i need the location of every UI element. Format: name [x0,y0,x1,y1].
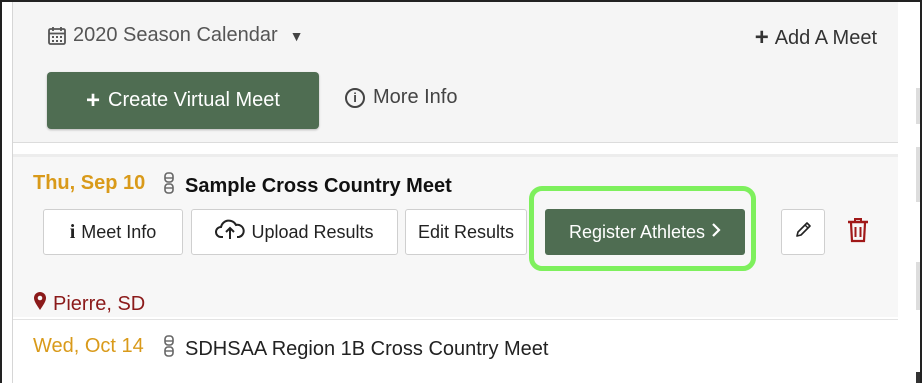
map-marker-icon [33,291,47,317]
panel-edge-mark [916,262,920,310]
edit-results-button[interactable]: Edit Results [405,209,527,255]
caret-down-icon: ▼ [289,27,304,44]
app-frame: 2020 Season Calendar ▼ + Add A Meet + Cr… [0,0,922,383]
meet-title: SDHSAA Region 1B Cross Country Meet [163,335,549,363]
edit-results-label: Edit Results [417,221,515,242]
calendar-header: 2020 Season Calendar ▼ + Add A Meet + Cr… [13,2,899,143]
info-icon: i [69,220,76,243]
meet-location: Pierre, SD [33,291,145,317]
meet-row: Wed, Oct 14 SDHSAA Region 1B Cross Count… [13,319,899,383]
add-meet-link[interactable]: + Add A Meet [755,24,877,52]
chevron-right-icon [711,222,721,243]
register-athletes-button[interactable]: Register Athletes [545,209,745,255]
meet-calendar-panel: 2020 Season Calendar ▼ + Add A Meet + Cr… [12,2,900,383]
delete-meet-button[interactable] [843,217,873,247]
create-virtual-meet-label: Create Virtual Meet [108,89,280,111]
register-athletes-label: Register Athletes [568,221,706,242]
season-label: 2020 Season Calendar [73,24,278,46]
cloud-upload-icon [215,219,246,246]
meet-location-label: Pierre, SD [53,292,146,315]
meet-name-link[interactable]: SDHSAA Region 1B Cross Country Meet [185,338,549,361]
more-info-label: More Info [373,86,458,108]
edit-meet-button[interactable] [781,209,825,255]
meet-date: Wed, Oct 14 [33,335,144,357]
plus-icon: + [754,24,769,51]
info-circle-icon: i [345,87,365,108]
more-info-link[interactable]: i More Info [345,86,457,109]
runner-icon [163,335,175,363]
meet-date: Thu, Sep 10 [33,172,146,194]
add-meet-label: Add A Meet [774,26,877,49]
season-dropdown[interactable]: 2020 Season Calendar ▼ [47,24,303,47]
panel-edge-mark [916,372,920,383]
meet-row: Thu, Sep 10 Sample Cross Country Meet i … [13,157,899,317]
plus-icon: + [86,86,101,114]
meet-name-link[interactable]: Sample Cross Country Meet [185,175,452,198]
meet-info-label: Meet Info [81,221,157,242]
adjacent-panel-edge [898,2,920,383]
pencil-icon [793,220,813,245]
trash-icon [847,217,869,248]
meet-info-button[interactable]: i Meet Info [43,209,183,255]
meet-title: Sample Cross Country Meet [163,172,452,200]
calendar-icon [47,26,67,46]
runner-icon [163,172,175,200]
upload-results-label: Upload Results [251,221,374,242]
upload-results-button[interactable]: Upload Results [191,209,398,255]
create-virtual-meet-button[interactable]: + Create Virtual Meet [47,72,319,129]
panel-edge-mark [916,88,920,124]
panel-edge-mark [916,147,920,202]
